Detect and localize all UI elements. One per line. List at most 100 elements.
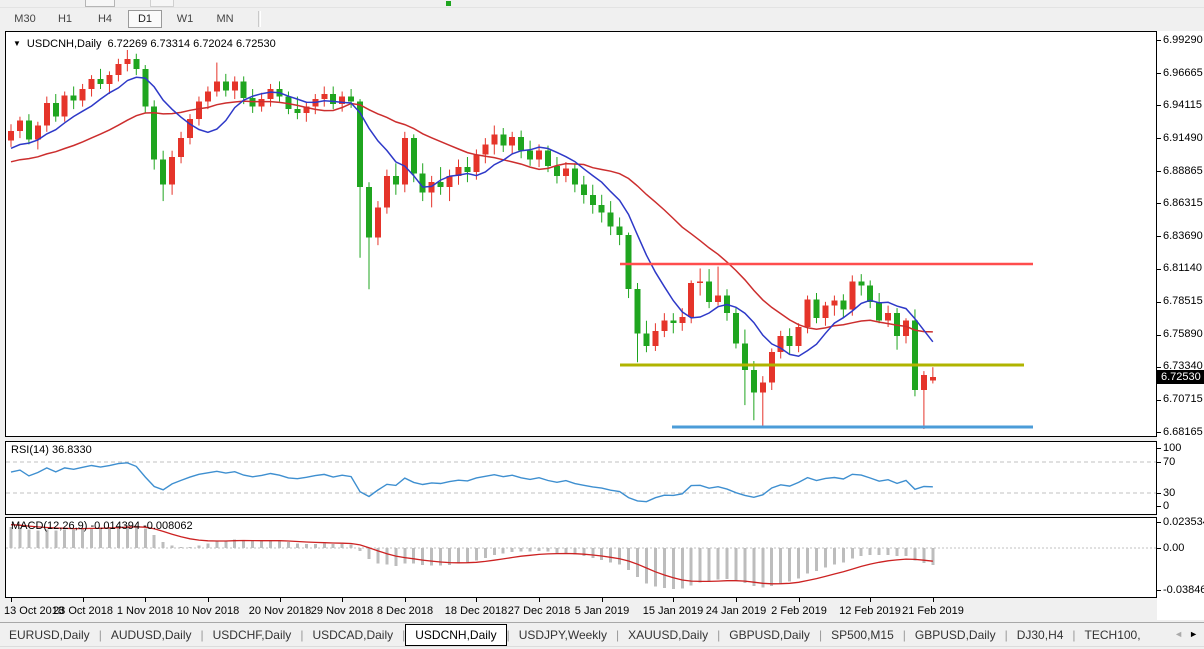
date-tick-mark	[539, 598, 540, 602]
candlestick-chart-canvas[interactable]	[6, 32, 1156, 436]
price-tick-mark	[1157, 335, 1161, 336]
date-tick-mark	[736, 598, 737, 602]
timeframe-button-H4[interactable]: H4	[88, 10, 122, 28]
timeframe-button-M30[interactable]: M30	[8, 10, 42, 28]
price-tick-mark	[1157, 236, 1161, 237]
date-tick-label: 15 Jan 2019	[643, 605, 704, 617]
date-tick-mark	[673, 598, 674, 602]
price-tick-mark	[1157, 203, 1161, 204]
date-tick-mark	[799, 598, 800, 602]
date-tick-mark	[11, 598, 12, 602]
date-tick-label: 2 Feb 2019	[771, 605, 827, 617]
timeframe-button-W1[interactable]: W1	[168, 10, 202, 28]
date-tick-mark	[933, 598, 934, 602]
price-tick-label: 6.91490	[1163, 133, 1203, 144]
toolbar-clipped-row	[0, 0, 1204, 8]
price-tick-mark	[1157, 40, 1161, 41]
chart-tab-xauusd-daily[interactable]: XAUUSD,Daily	[619, 625, 717, 645]
toolbar-separator	[258, 11, 261, 27]
macd-scale-label: 0.023534	[1163, 517, 1204, 528]
rsi-scale-label: 100	[1163, 443, 1181, 454]
price-tick-mark	[1157, 302, 1161, 303]
date-tick-label: 20 Nov 2018	[249, 605, 311, 617]
timeframe-button-D1[interactable]: D1	[128, 10, 162, 28]
scroll-right-icon[interactable]: ►	[1189, 630, 1198, 639]
price-tick-label: 6.83690	[1163, 231, 1203, 242]
date-tick-mark	[476, 598, 477, 602]
date-tick-mark	[602, 598, 603, 602]
chart-tab-sp500-m15[interactable]: SP500,M15	[822, 625, 903, 645]
price-tick-mark	[1157, 138, 1161, 139]
chart-tab-usdcad-daily[interactable]: USDCAD,Daily	[303, 625, 402, 645]
date-tick-label: 5 Jan 2019	[575, 605, 629, 617]
toolbar-button-fragment	[85, 0, 115, 7]
date-tick-mark	[145, 598, 146, 602]
rsi-scale-label: 30	[1163, 488, 1175, 499]
chart-tab-usdchf-daily[interactable]: USDCHF,Daily	[204, 625, 301, 645]
price-tick-label: 6.78515	[1163, 296, 1203, 307]
date-tick-label: 8 Dec 2018	[377, 605, 433, 617]
rsi-tick-mark	[1157, 448, 1161, 449]
date-tick-label: 21 Feb 2019	[902, 605, 964, 617]
chart-tab-usdjpy-weekly[interactable]: USDJPY,Weekly	[510, 625, 616, 645]
timeframe-button-H1[interactable]: H1	[48, 10, 82, 28]
price-tick-label: 6.75890	[1163, 329, 1203, 340]
price-tick-label: 6.70715	[1163, 394, 1203, 405]
rsi-tick-mark	[1157, 493, 1161, 494]
price-tick-mark	[1157, 269, 1161, 270]
chart-tab-gbpusd-daily[interactable]: GBPUSD,Daily	[720, 625, 819, 645]
toolbar-button-fragment	[150, 0, 174, 7]
toolbar-icon-fragment	[446, 1, 451, 6]
price-tick-label: 6.88865	[1163, 166, 1203, 177]
ohlc-values: 6.72269 6.73314 6.72024 6.72530	[107, 38, 275, 50]
price-tick-mark	[1157, 105, 1161, 106]
tab-scroll-arrows: ◄►	[1174, 630, 1204, 639]
macd-tick-mark	[1157, 590, 1161, 591]
price-tick-mark	[1157, 432, 1161, 433]
rsi-indicator-panel[interactable]	[5, 441, 1157, 515]
date-tick-label: 18 Dec 2018	[445, 605, 507, 617]
rsi-label: RSI(14) 36.8330	[11, 444, 92, 456]
chart-tab-usdcnh-daily[interactable]: USDCNH,Daily	[405, 624, 506, 646]
date-tick-mark	[342, 598, 343, 602]
macd-tick-mark	[1157, 522, 1161, 523]
chart-title: ▼ USDCNH,Daily 6.72269 6.73314 6.72024 6…	[13, 38, 276, 50]
macd-label: MACD(12,26,9) -0.014394 -0.008062	[11, 520, 193, 532]
price-chart-panel[interactable]	[5, 31, 1157, 437]
timeframe-toolbar: M30 H1 H4 D1 W1 MN	[0, 8, 1204, 30]
chart-tab-eurusd-daily[interactable]: EURUSD,Daily	[0, 625, 99, 645]
price-tick-mark	[1157, 367, 1161, 368]
date-tick-label: 12 Feb 2019	[839, 605, 901, 617]
price-tick-mark	[1157, 400, 1161, 401]
macd-scale-label: -0.038466	[1163, 585, 1204, 596]
date-tick-label: 29 Nov 2018	[311, 605, 373, 617]
timeframe-button-MN[interactable]: MN	[208, 10, 242, 28]
chart-tab-bar: EURUSD,Daily|AUDUSD,Daily|USDCHF,Daily|U…	[0, 622, 1204, 646]
rsi-canvas[interactable]	[6, 442, 1156, 514]
date-tick-label: 24 Jan 2019	[706, 605, 767, 617]
price-scale-column[interactable]	[1157, 31, 1204, 620]
date-tick-mark	[280, 598, 281, 602]
chevron-down-icon[interactable]: ▼	[13, 40, 21, 48]
price-tick-label: 6.99290	[1163, 35, 1203, 46]
macd-tick-mark	[1157, 548, 1161, 549]
chart-tab-gbpusd-daily[interactable]: GBPUSD,Daily	[906, 625, 1005, 645]
current-price-tag: 6.72530	[1157, 370, 1204, 384]
chart-tab-tech100-[interactable]: TECH100,	[1076, 625, 1150, 645]
date-tick-label: 1 Nov 2018	[117, 605, 173, 617]
date-tick-label: 10 Nov 2018	[177, 605, 239, 617]
price-tick-label: 6.94115	[1163, 100, 1202, 111]
trading-platform-window: M30 H1 H4 D1 W1 MN ▼ USDCNH,Daily 6.72269 6.7…	[0, 0, 1204, 649]
chart-tab-dj30-h4[interactable]: DJ30,H4	[1008, 625, 1073, 645]
chart-tab-audusd-daily[interactable]: AUDUSD,Daily	[102, 625, 201, 645]
price-tick-label: 6.81140	[1163, 263, 1202, 274]
scroll-left-icon[interactable]: ◄	[1174, 630, 1183, 639]
rsi-scale-label: 70	[1163, 457, 1175, 468]
rsi-tick-mark	[1157, 462, 1161, 463]
date-tick-mark	[870, 598, 871, 602]
date-tick-label: 27 Dec 2018	[508, 605, 570, 617]
date-tick-mark	[208, 598, 209, 602]
price-tick-label: 6.73340	[1163, 361, 1203, 372]
price-tick-label: 6.86315	[1163, 198, 1203, 209]
rsi-scale-label: 0	[1163, 501, 1169, 512]
